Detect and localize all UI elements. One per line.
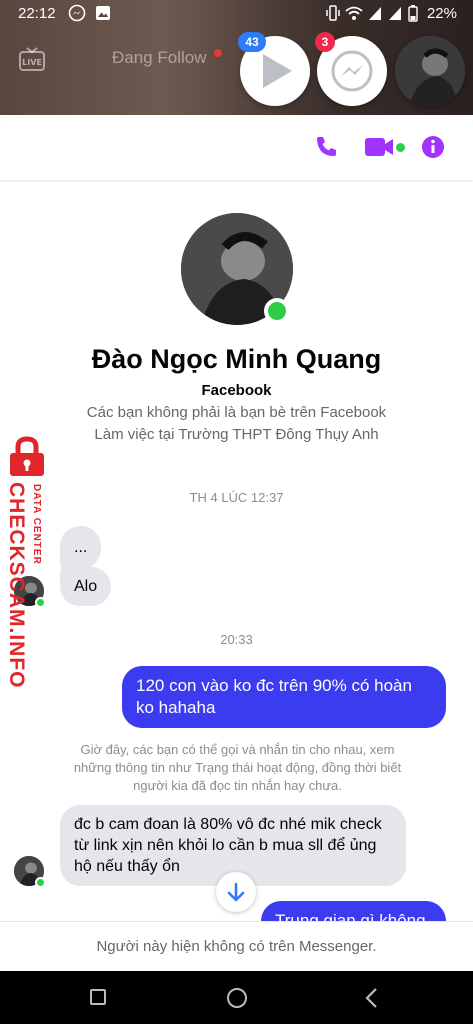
signal-1-icon xyxy=(367,4,383,26)
status-bar: 22:12 22% xyxy=(0,0,473,28)
profile-platform: Facebook xyxy=(201,382,272,399)
vibrate-icon xyxy=(324,4,342,26)
back-button[interactable] xyxy=(364,987,378,1014)
profile-work: Làm việc tại Trường THPT Đông Thụy Anh xyxy=(94,426,379,443)
system-nav-bar xyxy=(0,971,473,1024)
scroll-to-bottom-button[interactable] xyxy=(216,872,256,912)
video-online-dot xyxy=(396,143,405,152)
battery-percent: 22% xyxy=(426,5,457,22)
background-red-dot xyxy=(214,49,222,57)
recent-apps-button[interactable] xyxy=(90,989,106,1005)
outgoing-message[interactable]: 120 con vào ko đc trên 90% có hoàn ko ha… xyxy=(122,666,446,728)
connection-notice: Giờ đây, các bạn có thể gọi và nhắn tin … xyxy=(73,742,402,793)
incoming-message[interactable]: ... xyxy=(60,526,102,569)
arrow-down-icon xyxy=(227,882,245,902)
live-icon: LIVE xyxy=(18,46,45,72)
contact-chat-head-avatar[interactable] xyxy=(395,36,465,106)
watermark-sub-text: DATA CENTER xyxy=(31,484,42,565)
avatar-image xyxy=(395,36,465,106)
footer-unavailable-text: Người này hiện không có trên Messenger. xyxy=(96,938,377,955)
phone-call-icon[interactable] xyxy=(314,135,338,164)
sender-online-indicator xyxy=(35,877,46,888)
home-button[interactable] xyxy=(227,988,247,1008)
message-timestamp: 20:33 xyxy=(220,632,253,647)
gallery-notification-icon xyxy=(94,4,112,26)
messenger-chat-head[interactable]: 3 xyxy=(315,32,387,106)
lock-icon xyxy=(4,436,50,483)
profile-name: Đào Ngọc Minh Quang xyxy=(91,344,382,374)
chat-header xyxy=(0,115,473,180)
message-timestamp: TH 4 LÚC 12:37 xyxy=(189,490,284,505)
profile-online-indicator xyxy=(264,298,290,324)
background-tab-text: Đang Follow xyxy=(112,48,207,67)
incoming-message[interactable]: Alo xyxy=(60,567,112,606)
messenger-screen: 22:12 22% LIVE Đang Follow 43 3 Đào Ngọc… xyxy=(0,0,473,1024)
watermark: CHECKSCAM.INFO DATA CENTER xyxy=(0,436,55,689)
video-call-icon[interactable] xyxy=(365,137,395,162)
video-chat-head[interactable]: 43 xyxy=(238,32,310,106)
signal-2-icon xyxy=(387,4,403,26)
watermark-main-text: CHECKSCAM.INFO xyxy=(5,482,28,689)
info-icon[interactable] xyxy=(421,135,445,164)
messenger-notification-icon xyxy=(68,4,86,26)
profile-friend-status: Các bạn không phải là bạn bè trên Facebo… xyxy=(86,404,387,421)
status-time: 22:12 xyxy=(18,5,56,22)
battery-icon xyxy=(408,4,418,26)
video-badge: 43 xyxy=(238,32,266,52)
messenger-badge: 3 xyxy=(315,32,335,52)
composer-disabled-footer: Người này hiện không có trên Messenger. xyxy=(0,921,473,971)
live-label: LIVE xyxy=(22,58,42,67)
wifi-icon xyxy=(344,4,364,26)
